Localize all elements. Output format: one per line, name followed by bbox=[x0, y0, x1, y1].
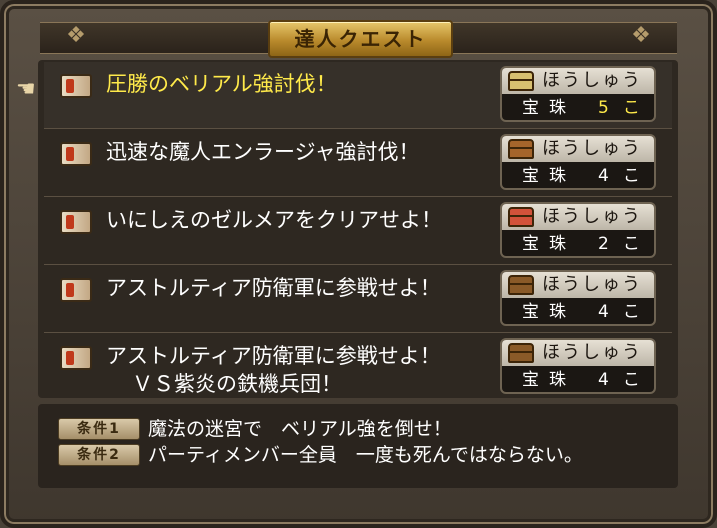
quest-row-1[interactable]: 圧勝のベリアル強討伐！ ほうしゅう 宝珠 5こ bbox=[44, 62, 672, 129]
quest-subtitle: ＶＳ紫炎の鉄機兵団！ bbox=[132, 372, 342, 396]
treasure-chest-icon bbox=[508, 207, 534, 227]
ornament-right-icon: ❖ bbox=[631, 23, 651, 48]
quest-title: 迅速な魔人エンラージャ強討伐！ bbox=[106, 140, 420, 164]
reward-quantity: 2こ bbox=[598, 234, 654, 254]
condition-row-2: 条件2 パーティメンバー全員 一度も死んではならない。 bbox=[58, 442, 658, 468]
reward-quantity: 4こ bbox=[598, 370, 654, 390]
condition-badge: 条件1 bbox=[58, 418, 140, 440]
condition-row-1: 条件1 魔法の迷宮で ベリアル強を倒せ！ bbox=[58, 416, 658, 442]
reward-label: ほうしゅう bbox=[542, 274, 642, 295]
treasure-chest-icon bbox=[508, 275, 534, 295]
reward-box: ほうしゅう 宝珠 4こ bbox=[500, 270, 656, 326]
treasure-chest-icon bbox=[508, 139, 534, 159]
condition-text: パーティメンバー全員 一度も死んではならない。 bbox=[148, 444, 583, 466]
quest-scroll-icon bbox=[60, 142, 92, 166]
reward-item: 宝珠 bbox=[522, 98, 576, 118]
quest-scroll-icon bbox=[60, 74, 92, 98]
quest-title: アストルティア防衛軍に参戦せよ！ bbox=[106, 344, 441, 368]
quest-scroll-icon bbox=[60, 346, 92, 370]
reward-box: ほうしゅう 宝珠 2こ bbox=[500, 202, 656, 258]
reward-header: ほうしゅう bbox=[502, 68, 654, 94]
treasure-chest-icon bbox=[508, 71, 534, 91]
reward-item: 宝珠 bbox=[522, 166, 576, 186]
quest-scroll-icon bbox=[60, 210, 92, 234]
quest-title: アストルティア防衛軍に参戦せよ！ bbox=[106, 276, 441, 300]
reward-header: ほうしゅう bbox=[502, 340, 654, 366]
treasure-chest-icon bbox=[508, 343, 534, 363]
reward-header: ほうしゅう bbox=[502, 136, 654, 162]
reward-item: 宝珠 bbox=[522, 302, 576, 322]
quest-row-4[interactable]: アストルティア防衛軍に参戦せよ！ ほうしゅう 宝珠 4こ bbox=[44, 266, 672, 333]
reward-box: ほうしゅう 宝珠 4こ bbox=[500, 338, 656, 394]
ornament-left-icon: ❖ bbox=[66, 23, 86, 48]
reward-header: ほうしゅう bbox=[502, 272, 654, 298]
quest-title: 圧勝のベリアル強討伐！ bbox=[106, 72, 337, 96]
reward-quantity: 5こ bbox=[598, 98, 654, 118]
quest-row-3[interactable]: いにしえのゼルメアをクリアせよ！ ほうしゅう 宝珠 2こ bbox=[44, 198, 672, 265]
reward-label: ほうしゅう bbox=[542, 342, 642, 363]
reward-box: ほうしゅう 宝珠 5こ bbox=[500, 66, 656, 122]
reward-label: ほうしゅう bbox=[542, 70, 642, 91]
window-title: 達人クエスト bbox=[268, 20, 453, 58]
reward-quantity: 4こ bbox=[598, 166, 654, 186]
quest-row-5[interactable]: アストルティア防衛軍に参戦せよ！ ＶＳ紫炎の鉄機兵団！ ほうしゅう 宝珠 4こ bbox=[44, 334, 672, 400]
quest-scroll-icon bbox=[60, 278, 92, 302]
reward-item: 宝珠 bbox=[522, 234, 576, 254]
quest-title: いにしえのゼルメアをクリアせよ！ bbox=[106, 208, 442, 232]
condition-badge: 条件2 bbox=[58, 444, 140, 466]
reward-quantity: 4こ bbox=[598, 302, 654, 322]
pointing-hand-cursor-icon: ☚ bbox=[16, 77, 36, 102]
reward-box: ほうしゅう 宝珠 4こ bbox=[500, 134, 656, 190]
reward-item: 宝珠 bbox=[522, 370, 576, 390]
reward-label: ほうしゅう bbox=[542, 138, 642, 159]
condition-text: 魔法の迷宮で ベリアル強を倒せ！ bbox=[148, 418, 452, 440]
reward-label: ほうしゅう bbox=[542, 206, 642, 227]
reward-header: ほうしゅう bbox=[502, 204, 654, 230]
quest-row-2[interactable]: 迅速な魔人エンラージャ強討伐！ ほうしゅう 宝珠 4こ bbox=[44, 130, 672, 197]
